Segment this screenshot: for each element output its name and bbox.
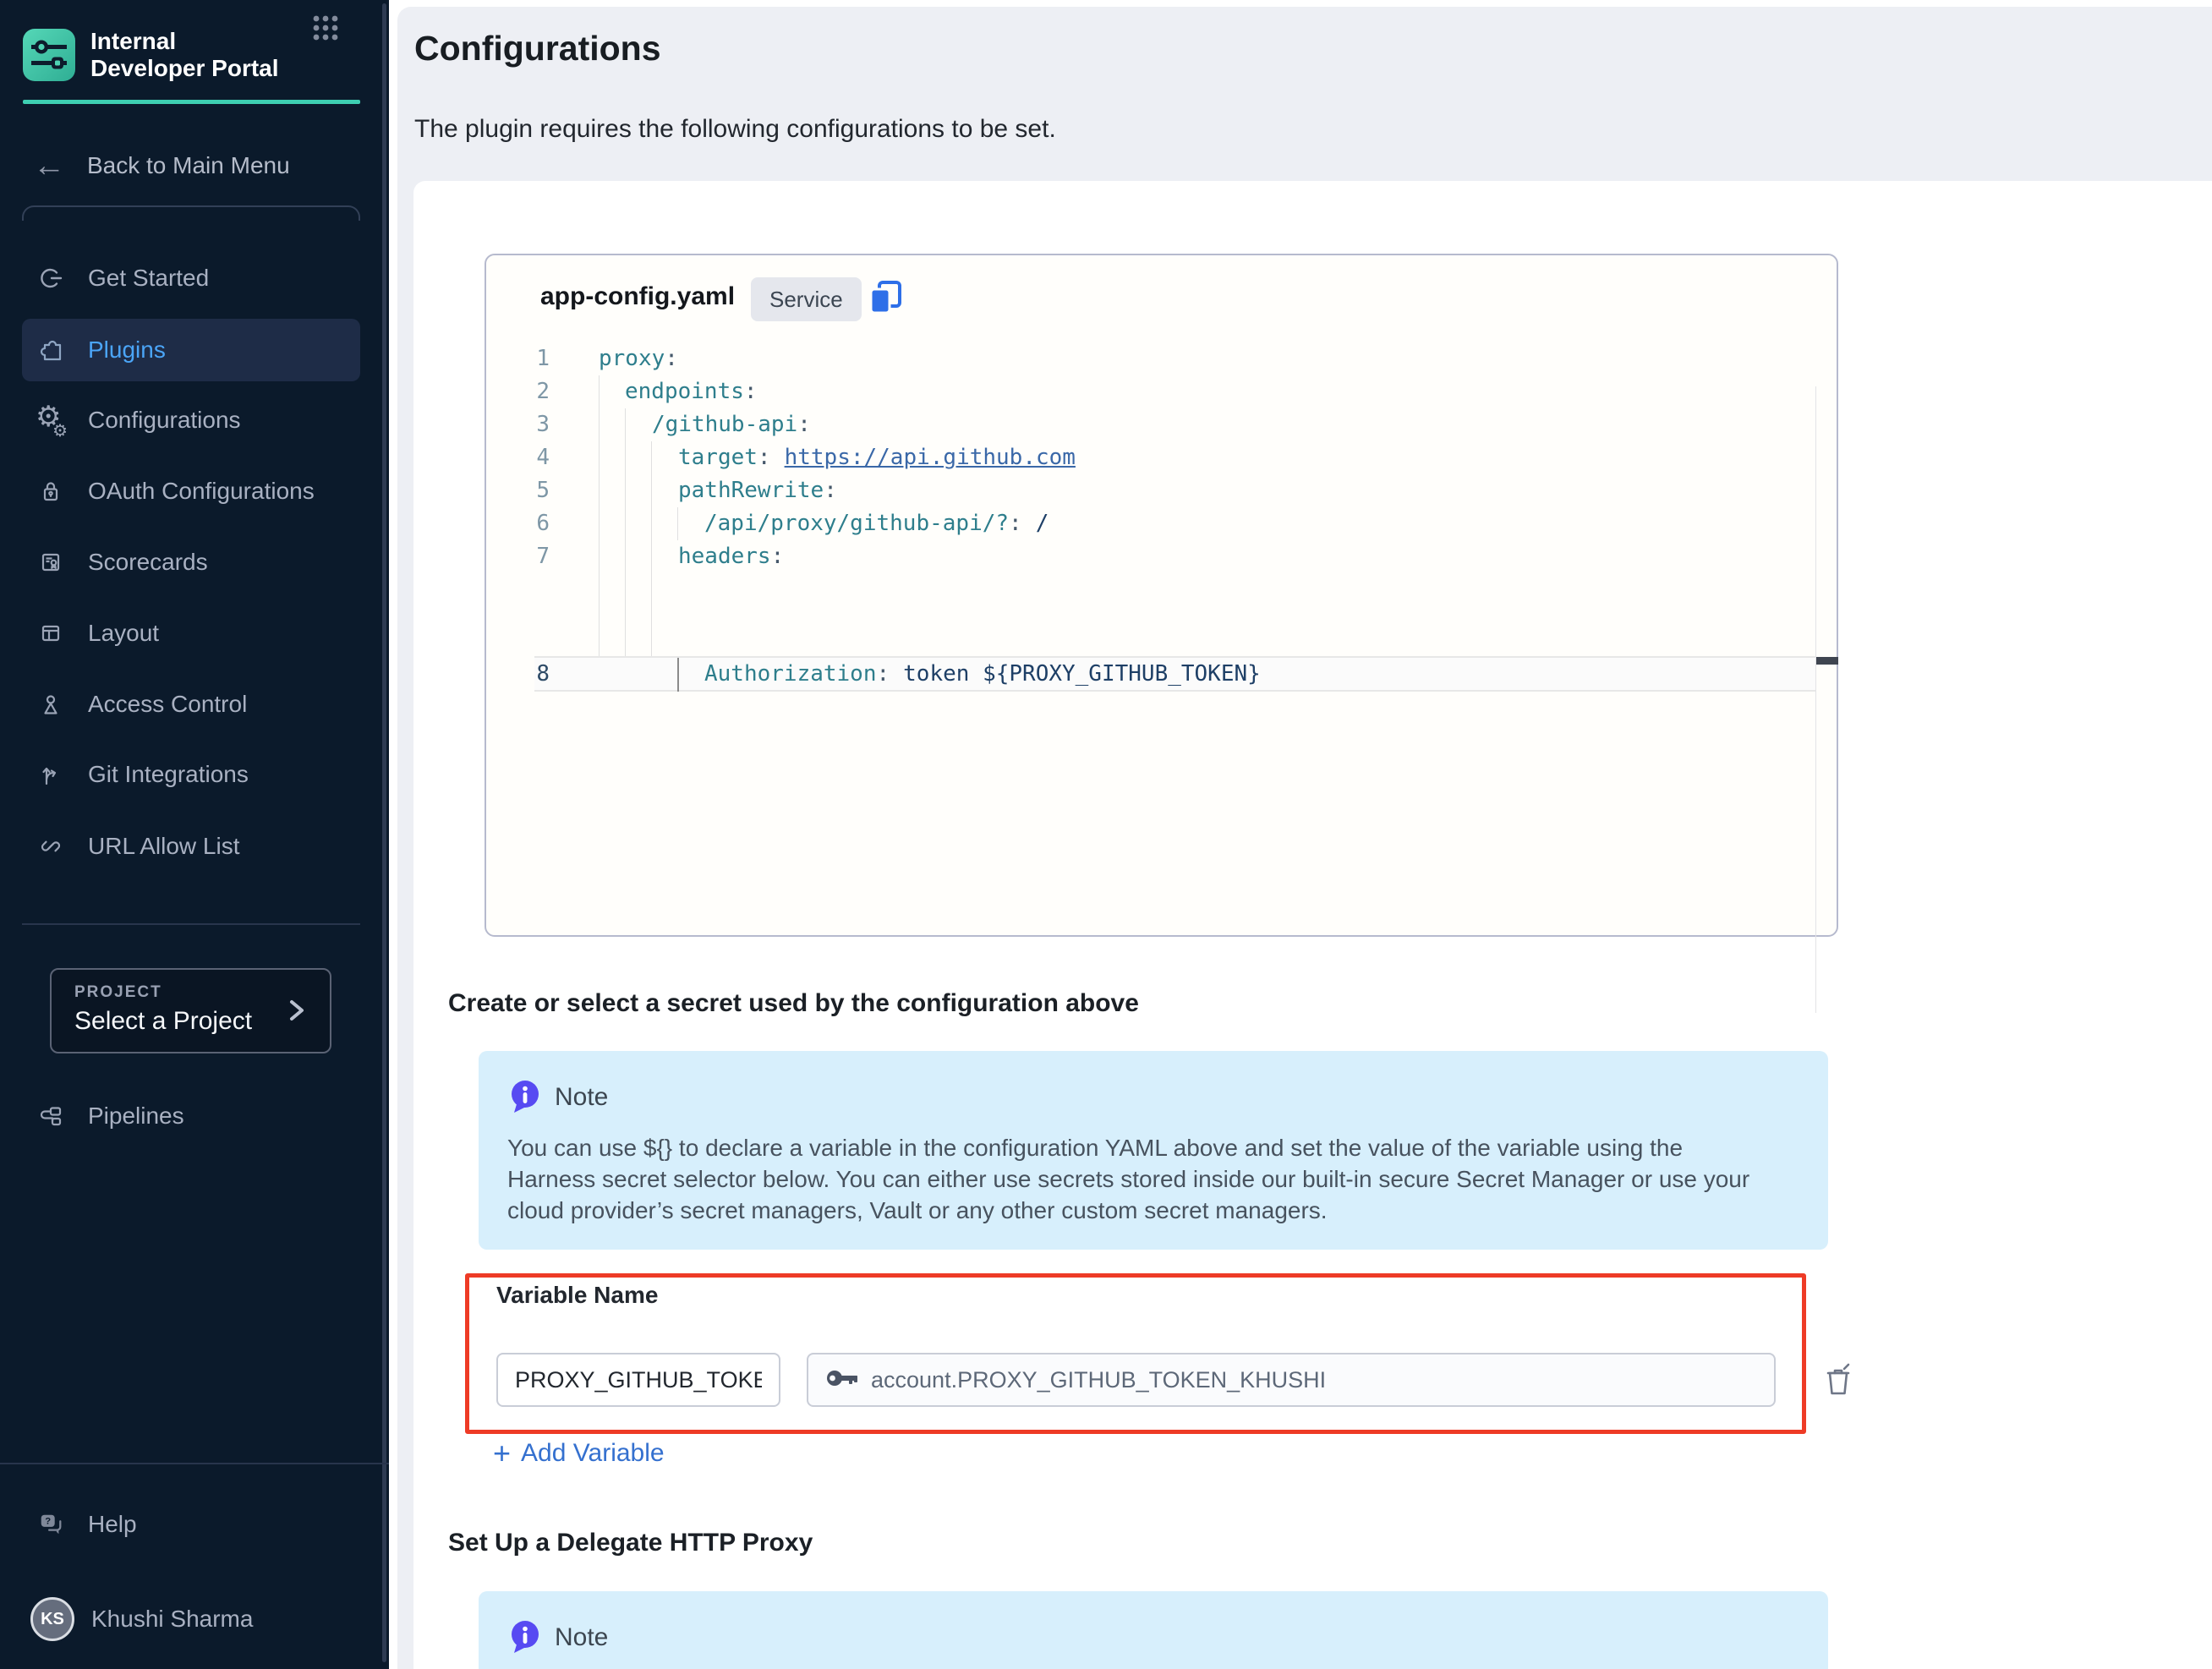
secret-selector[interactable]: account.PROXY_GITHUB_TOKEN_KHUSHI [807,1353,1776,1407]
line-number: 6 [486,507,550,540]
code-editor[interactable]: 1 proxy: 2 endpoints: 3 /github-api: 4 t… [486,340,1837,935]
sidebar-item-oauth-configurations[interactable]: OAuth Configurations [22,460,360,523]
plus-icon: + [493,1438,511,1469]
avatar: KS [30,1597,74,1641]
sidebar-item-label: Git Integrations [88,761,249,788]
sidebar-item-label: Get Started [88,265,209,292]
chevron-right-icon [287,995,306,1026]
yaml-editor-card: app-config.yaml Service 1 pro [485,254,1838,937]
back-arrow-icon: ← [33,150,65,182]
delete-variable-icon[interactable] [1820,1361,1857,1398]
code-line: 4 target:https://api.github.com [486,441,1837,474]
code-line: 2 endpoints: [486,375,1837,408]
user-menu[interactable]: KS Khushi Sharma [22,1588,360,1650]
variable-name-input[interactable] [496,1353,780,1407]
editor-scrollbar-track [1815,386,1816,1013]
sidebar-item-label: Plugins [88,337,166,364]
code-line: 1 proxy: [486,342,1837,375]
line-number: 1 [486,342,550,375]
git-branch-icon [37,761,64,788]
code-line: 5 pathRewrite: [486,474,1837,507]
add-variable-button[interactable]: + Add Variable [493,1437,665,1469]
get-started-icon [37,265,64,292]
copy-icon[interactable] [867,279,904,316]
sidebar-item-label: Help [88,1511,137,1538]
project-value: Select a Project [74,1007,252,1036]
project-selector[interactable]: PROJECT Select a Project [50,968,331,1053]
configurations-icon: ⚙⚙ [37,407,64,434]
sidebar-item-access-control[interactable]: Access Control [22,673,360,736]
line-number: 4 [486,441,550,474]
sidebar-item-help[interactable]: ? Help [22,1493,360,1556]
info-icon [507,1078,543,1114]
sidebar-divider [22,923,360,925]
line-number: 3 [486,408,550,441]
sidebar-item-label: Access Control [88,691,247,718]
variable-name-label: Variable Name [496,1282,658,1309]
menu-section-outline [22,205,360,221]
target-url: https://api.github.com [785,445,1076,470]
sidebar-item-label: URL Allow List [88,833,239,860]
app-switcher-icon[interactable] [311,14,340,42]
line-number: 5 [486,474,550,507]
sidebar-accent-divider [23,100,360,104]
idp-logo-icon [23,29,75,81]
code-line: 7 headers: [486,540,1837,573]
lock-icon [37,478,64,505]
secret-section-heading: Create or select a secret used by the co… [448,989,1139,1018]
line-number: 8 [486,658,550,691]
note-title: Note [555,1083,608,1112]
sidebar-scrollbar[interactable] [382,3,386,1662]
service-badge: Service [751,277,862,321]
app-logo: Internal Developer Portal [23,28,361,82]
note-callout-proxy: Note [479,1591,1828,1669]
link-icon [37,833,64,860]
idp-configurations-page: Internal Developer Portal ← Back to Main… [0,0,2212,1669]
sidebar-item-label: Layout [88,620,159,647]
app-title: Internal Developer Portal [90,28,285,82]
back-to-main-menu[interactable]: ← Back to Main Menu [23,142,360,189]
code-line: 3 /github-api: [486,408,1837,441]
token-variable: token ${PROXY_GITHUB_TOKEN} [903,661,1261,687]
sidebar-item-get-started[interactable]: Get Started [22,247,360,309]
sidebar-item-label: Pipelines [88,1103,184,1130]
plugins-icon [37,337,64,364]
pipelines-icon [37,1103,64,1130]
project-label: PROJECT [74,983,162,1002]
secret-value: account.PROXY_GITHUB_TOKEN_KHUSHI [871,1367,1326,1393]
note-callout: Note You can use ${} to declare a variab… [479,1051,1828,1250]
page-subtitle: The plugin requires the following config… [414,115,1056,144]
code-line: 6 /api/proxy/github-api/?:/ [486,507,1837,540]
sidebar: Internal Developer Portal ← Back to Main… [0,0,389,1669]
layout-icon [37,620,64,647]
line-number: 2 [486,375,550,408]
note-body: You can use ${} to declare a variable in… [507,1132,1767,1226]
line-number: 7 [486,540,550,573]
person-icon [37,691,64,718]
scorecard-icon [37,549,64,576]
key-icon [825,1365,859,1396]
editor-filename: app-config.yaml [540,282,735,311]
sidebar-item-layout[interactable]: Layout [22,602,360,665]
sidebar-item-git-integrations[interactable]: Git Integrations [22,743,360,806]
editor-scrollbar-marker[interactable] [1816,657,1838,665]
proxy-section-heading: Set Up a Delegate HTTP Proxy [448,1529,813,1557]
sidebar-footer-divider [0,1463,389,1464]
svg-text:?: ? [45,1517,51,1527]
info-icon [507,1618,543,1654]
help-chat-icon: ? [37,1511,64,1538]
note-title: Note [555,1623,608,1652]
sidebar-item-url-allow-list[interactable]: URL Allow List [22,815,360,878]
page-title: Configurations [414,29,661,68]
sidebar-item-pipelines[interactable]: Pipelines [22,1085,360,1147]
sidebar-item-plugins[interactable]: Plugins [22,319,360,381]
sidebar-item-configurations[interactable]: ⚙⚙ Configurations [22,389,360,451]
user-name: Khushi Sharma [91,1606,253,1633]
sidebar-item-scorecards[interactable]: Scorecards [22,531,360,594]
sidebar-item-label: OAuth Configurations [88,478,315,505]
back-label: Back to Main Menu [87,152,290,179]
code-line-current: 8 Authorization:token ${PROXY_GITHUB_TOK… [486,658,1837,691]
sidebar-item-label: Configurations [88,407,241,434]
sidebar-item-label: Scorecards [88,549,208,576]
